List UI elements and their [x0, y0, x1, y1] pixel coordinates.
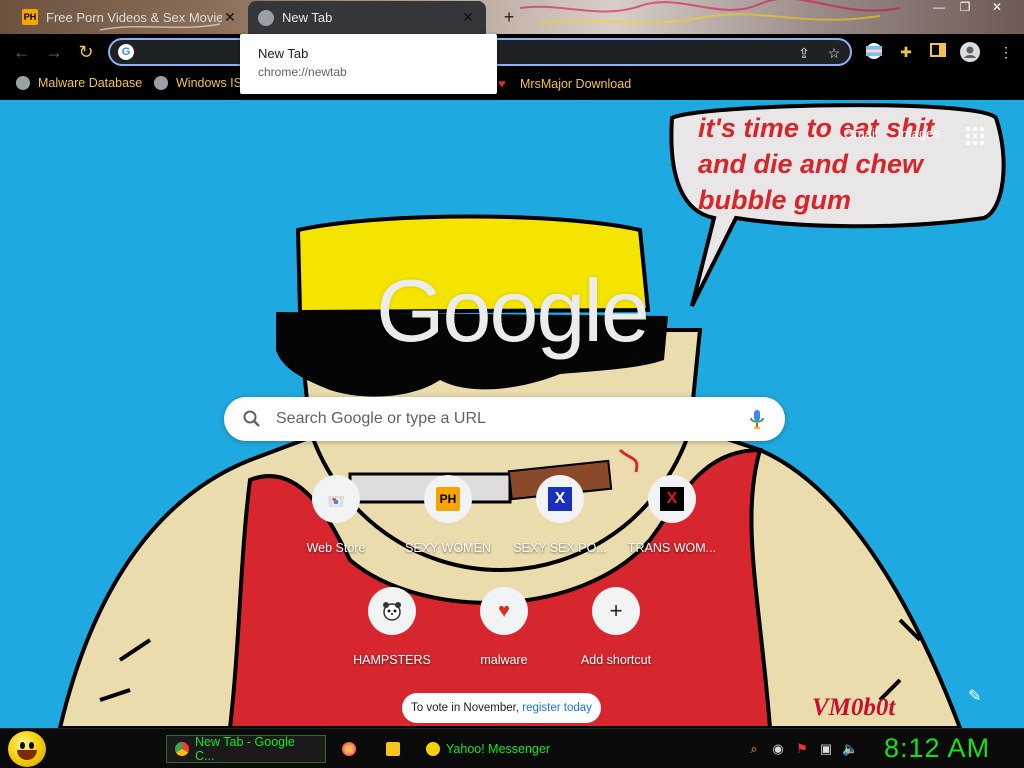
shortcut-sexy-sex-po[interactable]: X SEXY SEX PO... [504, 475, 616, 555]
close-icon[interactable]: ✕ [460, 9, 476, 26]
chrome-icon [175, 742, 189, 756]
heart-icon: ♥ [480, 587, 528, 635]
vote-banner: To vote in November, register today [402, 693, 601, 723]
network-icon[interactable]: ▣ [818, 741, 834, 757]
shortcut-label: Add shortcut [580, 653, 652, 667]
search-box[interactable]: Search Google or type a URL [224, 397, 785, 441]
firefox-icon [342, 742, 356, 756]
search-tray-icon[interactable]: ⌕ [746, 741, 762, 757]
x-red-icon: X [648, 475, 696, 523]
bookmark-label: Windows IS [176, 76, 242, 90]
close-window-button[interactable]: ✕ [984, 0, 1010, 16]
search-placeholder: Search Google or type a URL [276, 410, 486, 427]
hover-card-title: New Tab [258, 46, 309, 61]
task-folder[interactable] [378, 735, 414, 763]
shortcut-web-store[interactable]: Web Store [280, 475, 392, 555]
start-smiley-button[interactable] [8, 731, 46, 767]
bookmark-label: MrsMajor Download [520, 76, 632, 91]
taskbar: New Tab - Google C... Yahoo! Messenger ⌕… [0, 728, 1024, 768]
tab-title: New Tab [282, 10, 333, 25]
task-chrome[interactable]: New Tab - Google C... [166, 735, 326, 763]
google-logo: Google [376, 261, 650, 360]
taskbar-clock[interactable]: 8:12 AM [884, 733, 990, 764]
ph-icon: PH [424, 475, 472, 523]
minimize-button[interactable]: — [926, 0, 952, 16]
shortcut-malware[interactable]: ♥ malware [448, 587, 560, 667]
google-icon: G [118, 44, 134, 60]
bookmark-label: Malware Database [38, 76, 143, 90]
shortcut-label: HAMPSTERS [353, 653, 431, 667]
side-panel-icon[interactable] [928, 42, 948, 62]
shortcut-sexy-women[interactable]: PH SEXY WOMEN [392, 475, 504, 555]
smiley-icon [426, 742, 440, 756]
extensions-puzzle-icon[interactable]: ✚ [896, 42, 916, 62]
shortcut-label: SEXY SEX PO... [513, 541, 607, 555]
flag-extension-icon[interactable] [864, 42, 884, 62]
register-link[interactable]: register today [522, 702, 592, 714]
share-icon[interactable]: ⇪ [794, 43, 814, 63]
x-blue-icon: X [536, 475, 584, 523]
bookmarks-bar: Malware Database Windows IS ♥ MrsMajor D… [0, 70, 1024, 100]
images-link[interactable]: Images [897, 126, 940, 141]
google-apps-icon[interactable] [966, 127, 984, 145]
folder-icon [386, 742, 400, 756]
globe-icon [16, 76, 30, 90]
eye-icon [20, 742, 25, 749]
artist-signature: VM0b0t [812, 694, 896, 721]
tab-new-tab[interactable]: New Tab ✕ [248, 1, 486, 34]
ph-icon: PH [22, 9, 38, 25]
shortcut-hampsters[interactable]: HAMPSTERS [336, 587, 448, 667]
customize-pencil-icon[interactable]: ✎ [968, 686, 986, 705]
top-links: Gmail Images [828, 126, 940, 141]
forward-button[interactable]: → [42, 40, 66, 64]
eye-icon [29, 742, 34, 749]
shortcut-label: Web Store [306, 541, 366, 555]
bookmark-mrsmajor-download[interactable]: ♥ MrsMajor Download [498, 76, 631, 91]
hamster-icon [368, 587, 416, 635]
bookmark-windows-is[interactable]: Windows IS [154, 76, 242, 90]
plus-icon: + [592, 587, 640, 635]
globe-icon [258, 9, 274, 26]
microphone-icon[interactable] [747, 408, 767, 430]
menu-kebab-icon[interactable]: ⋮ [996, 42, 1016, 62]
shortcut-trans-wom[interactable]: X TRANS WOM... [616, 475, 728, 555]
reload-button[interactable]: ↻ [74, 40, 98, 64]
globe-icon [154, 76, 168, 90]
bookmark-star-icon[interactable]: ☆ [824, 43, 844, 63]
shortcut-label: TRANS WOM... [627, 541, 717, 555]
vote-text: To vote in November, [411, 702, 523, 714]
chrome-webstore-icon [312, 475, 360, 523]
task-label: Yahoo! Messenger [446, 742, 550, 756]
mouth-icon [17, 750, 37, 760]
close-icon[interactable]: ✕ [222, 9, 238, 26]
browser-toolbar: ← → ↻ G ⇪ ☆ ✚ ⋮ [0, 34, 1024, 70]
task-label: New Tab - Google C... [195, 735, 295, 763]
action-center-flag-icon[interactable]: ⚑ [794, 741, 810, 757]
desktop-screen: PH Free Porn Videos & Sex Movies ✕ New T… [0, 0, 1024, 768]
restore-button[interactable]: ❐ [952, 0, 978, 16]
heart-icon: ♥ [498, 76, 506, 91]
task-firefox[interactable] [334, 735, 370, 763]
tab-strip: PH Free Porn Videos & Sex Movies ✕ New T… [0, 0, 1024, 34]
tab-porn-site[interactable]: PH Free Porn Videos & Sex Movies ✕ [12, 2, 248, 32]
hover-card-url: chrome://newtab [258, 65, 347, 79]
messenger-tray-icon[interactable]: ◉ [770, 741, 786, 757]
new-tab-button[interactable]: + [498, 6, 520, 28]
tab-hover-card: New Tab chrome://newtab [240, 34, 497, 94]
task-yahoo-messenger[interactable]: Yahoo! Messenger [418, 735, 576, 763]
shortcut-add[interactable]: + Add shortcut [560, 587, 672, 667]
shortcut-label: SEXY WOMEN [405, 541, 491, 555]
new-tab-page: it's time to eat shit and die and chew b… [0, 100, 1024, 728]
bookmark-malware-database[interactable]: Malware Database [16, 76, 142, 90]
shortcut-label: malware [480, 653, 528, 667]
search-icon [243, 410, 260, 427]
profile-avatar-icon[interactable] [960, 42, 980, 62]
gmail-link[interactable]: Gmail [844, 126, 878, 141]
volume-icon[interactable]: 🔈 [842, 741, 858, 757]
back-button[interactable]: ← [10, 40, 34, 64]
tab-title: Free Porn Videos & Sex Movies [46, 9, 222, 25]
